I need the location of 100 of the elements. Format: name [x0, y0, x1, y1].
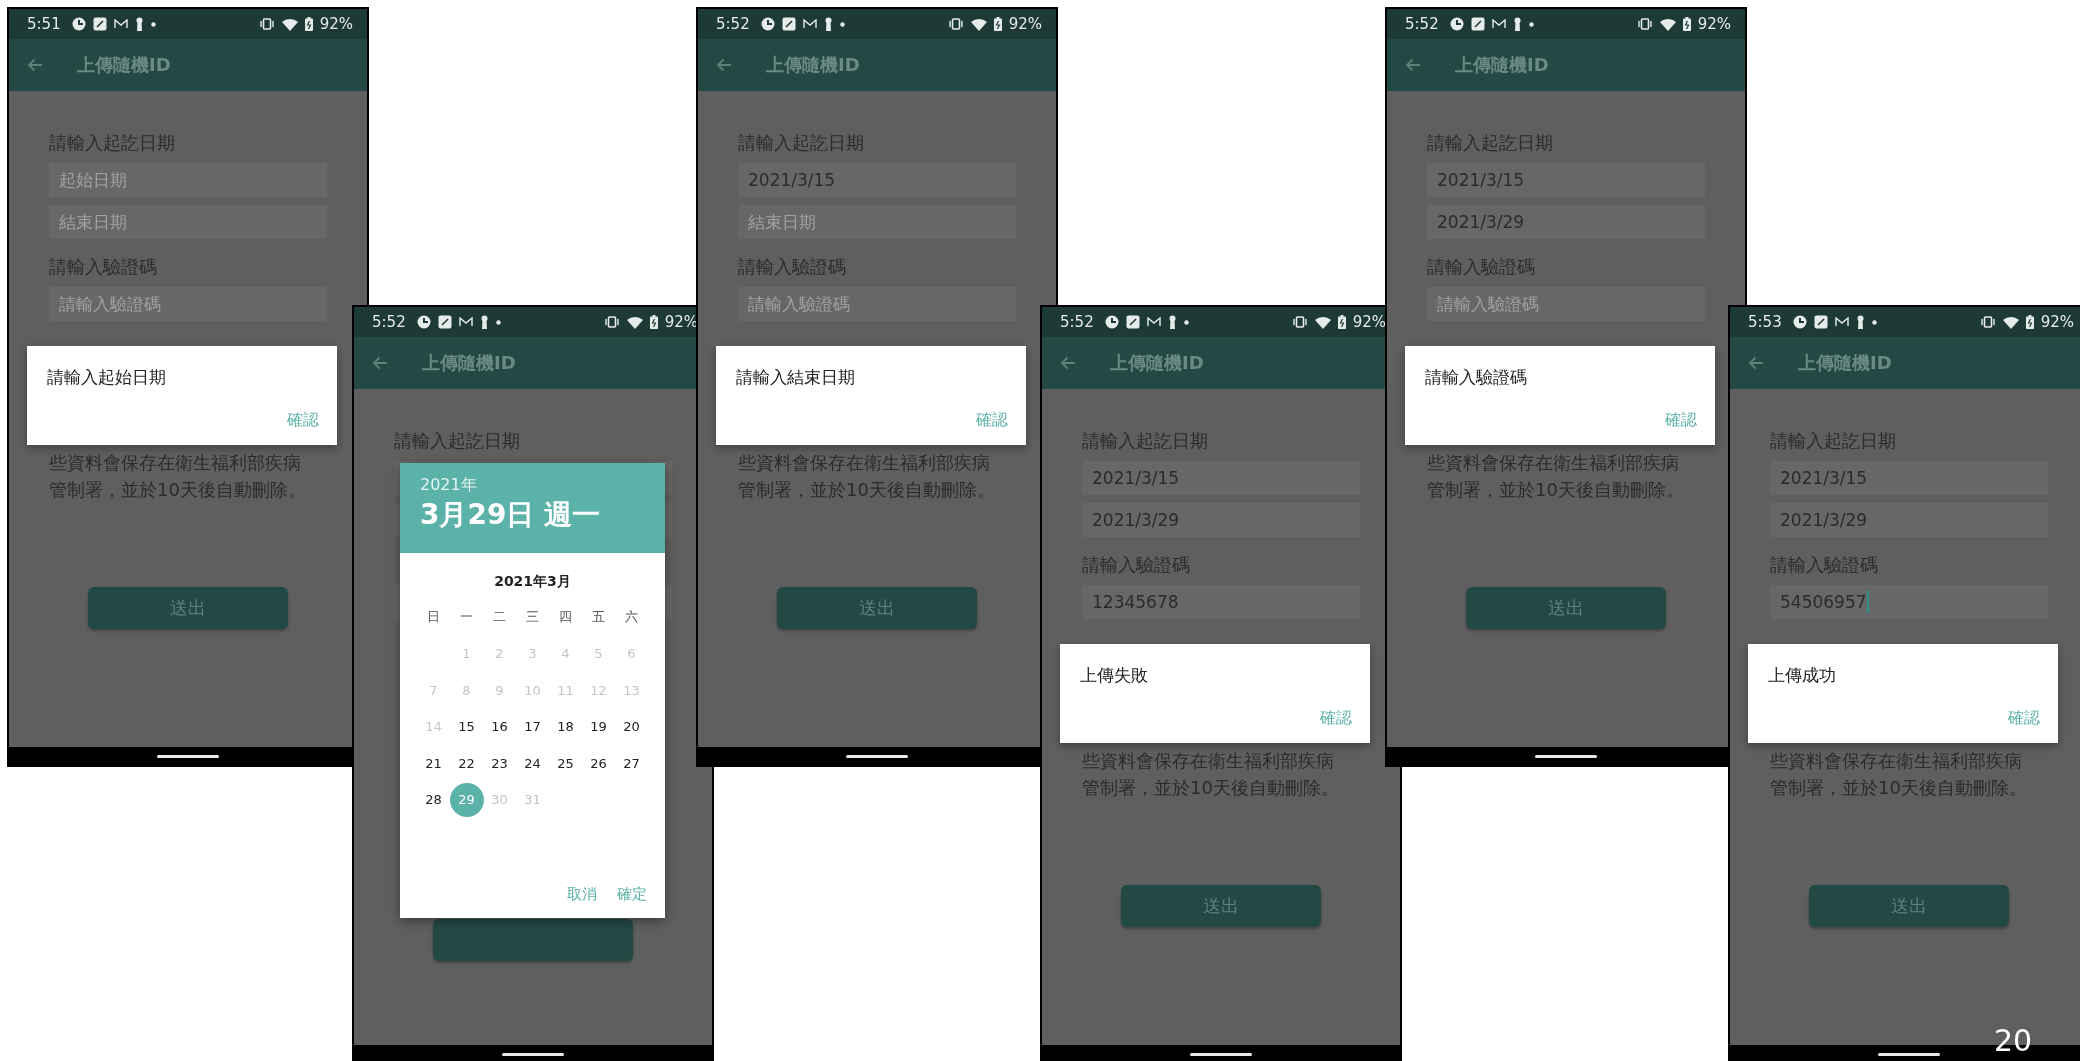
battery-percent: 92%: [664, 313, 698, 331]
dialog-message: 請輸入結束日期: [736, 366, 856, 389]
text-field[interactable]: 2021/3/29: [1427, 205, 1705, 239]
battery-icon: [2025, 315, 2034, 329]
text-field[interactable]: 2021/3/29: [1082, 503, 1360, 537]
text-field[interactable]: 2021/3/15: [1770, 461, 2048, 495]
back-arrow-icon[interactable]: [27, 58, 43, 72]
selected-year[interactable]: 2021年: [420, 475, 477, 496]
back-arrow-icon[interactable]: [1060, 356, 1076, 370]
vibrate-icon: [258, 18, 275, 30]
weekday-label: 日: [427, 608, 440, 627]
calendar-day[interactable]: 19: [581, 709, 616, 744]
battery-icon: [1337, 315, 1346, 329]
wifi-icon: [1314, 315, 1331, 329]
dialog-button[interactable]: 取消: [567, 885, 597, 904]
calendar-day[interactable]: 24: [515, 746, 550, 781]
text-field[interactable]: 請輸入驗證碼: [738, 287, 1016, 321]
text-field[interactable]: 請輸入驗證碼: [49, 287, 327, 321]
keyhole-icon: [823, 17, 833, 31]
back-arrow-icon[interactable]: [1405, 58, 1421, 72]
vibrate-icon: [1979, 316, 1996, 328]
calendar-day[interactable]: 22: [449, 746, 484, 781]
dialog-message: 請輸入起始日期: [47, 366, 167, 389]
home-indicator[interactable]: [1878, 1052, 1940, 1056]
confirm-button[interactable]: 確認: [2008, 708, 2040, 729]
confirm-button[interactable]: 確認: [1665, 410, 1697, 431]
dialog-message: 上傳失敗: [1080, 664, 1149, 687]
keyhole-icon: [1512, 17, 1522, 31]
circle-app-icon: [71, 17, 86, 31]
submit-button[interactable]: 送出: [1466, 587, 1666, 629]
dot-icon: [1871, 319, 1877, 325]
home-indicator[interactable]: [1190, 1052, 1252, 1056]
submit-button[interactable]: 送出: [1809, 885, 2009, 927]
text-field[interactable]: 起始日期: [49, 163, 327, 197]
dot-icon: [150, 21, 156, 27]
wifi-icon: [970, 17, 987, 31]
submit-button[interactable]: [433, 919, 633, 961]
calendar-day[interactable]: 18: [548, 709, 583, 744]
screen-title: 上傳隨機ID: [1798, 351, 1892, 375]
text-field[interactable]: 結束日期: [738, 205, 1016, 239]
screen-title: 上傳隨機ID: [1455, 53, 1549, 77]
weekday-label: 二: [493, 608, 506, 627]
confirm-button[interactable]: 確認: [976, 410, 1008, 431]
text-field[interactable]: 2021/3/15: [1082, 461, 1360, 495]
keyhole-icon: [479, 315, 489, 329]
dialog-message: 上傳成功: [1768, 664, 1837, 687]
calendar-day[interactable]: 21: [416, 746, 451, 781]
dot-icon: [1183, 319, 1189, 325]
keyhole-icon: [1855, 315, 1865, 329]
home-indicator[interactable]: [502, 1052, 564, 1056]
calendar-day[interactable]: 29: [449, 782, 484, 817]
note-icon: [1470, 17, 1485, 31]
calendar-day[interactable]: 16: [482, 709, 517, 744]
weekday-label: 五: [592, 608, 605, 627]
text-field[interactable]: 請輸入驗證碼: [1427, 287, 1705, 321]
confirm-button[interactable]: 確認: [1320, 708, 1352, 729]
home-indicator[interactable]: [157, 754, 219, 758]
text-field[interactable]: 2021/3/15: [1427, 163, 1705, 197]
wifi-icon: [626, 315, 643, 329]
circle-app-icon: [1104, 315, 1119, 329]
dialog-button[interactable]: 確定: [617, 885, 647, 904]
submit-button[interactable]: 送出: [88, 587, 288, 629]
submit-button[interactable]: 送出: [1121, 885, 1321, 927]
status-time: 5:52: [1405, 15, 1439, 33]
calendar-day[interactable]: 23: [482, 746, 517, 781]
text-field[interactable]: 2021/3/29: [1770, 503, 2048, 537]
dialog-message: 請輸入驗證碼: [1425, 366, 1528, 389]
mail-icon: [458, 317, 473, 327]
mail-icon: [1834, 317, 1849, 327]
calendar-day[interactable]: 28: [416, 782, 451, 817]
text-field[interactable]: 54506957: [1770, 585, 2048, 619]
vibrate-icon: [947, 18, 964, 30]
screen-title: 上傳隨機ID: [77, 53, 171, 77]
text-field[interactable]: 結束日期: [49, 205, 327, 239]
mail-icon: [802, 19, 817, 29]
dot-icon: [1528, 21, 1534, 27]
home-indicator[interactable]: [1535, 754, 1597, 758]
calendar-day[interactable]: 25: [548, 746, 583, 781]
calendar-day[interactable]: 20: [614, 709, 649, 744]
calendar-day[interactable]: 15: [449, 709, 484, 744]
calendar-day[interactable]: 17: [515, 709, 550, 744]
text-field[interactable]: 2021/3/15: [738, 163, 1016, 197]
back-arrow-icon[interactable]: [716, 58, 732, 72]
text-field[interactable]: 12345678: [1082, 585, 1360, 619]
confirm-button[interactable]: 確認: [287, 410, 319, 431]
vibrate-icon: [1291, 316, 1308, 328]
calendar-day[interactable]: 26: [581, 746, 616, 781]
battery-percent: 92%: [1352, 313, 1386, 331]
wifi-icon: [2002, 315, 2019, 329]
vibrate-icon: [603, 316, 620, 328]
calendar-day[interactable]: 27: [614, 746, 649, 781]
home-indicator[interactable]: [846, 754, 908, 758]
back-arrow-icon[interactable]: [372, 356, 388, 370]
mail-icon: [1491, 19, 1506, 29]
submit-button[interactable]: 送出: [777, 587, 977, 629]
battery-icon: [1682, 17, 1691, 31]
month-title: 2021年3月: [493, 573, 572, 591]
mail-icon: [113, 19, 128, 29]
circle-app-icon: [1449, 17, 1464, 31]
back-arrow-icon[interactable]: [1748, 356, 1764, 370]
